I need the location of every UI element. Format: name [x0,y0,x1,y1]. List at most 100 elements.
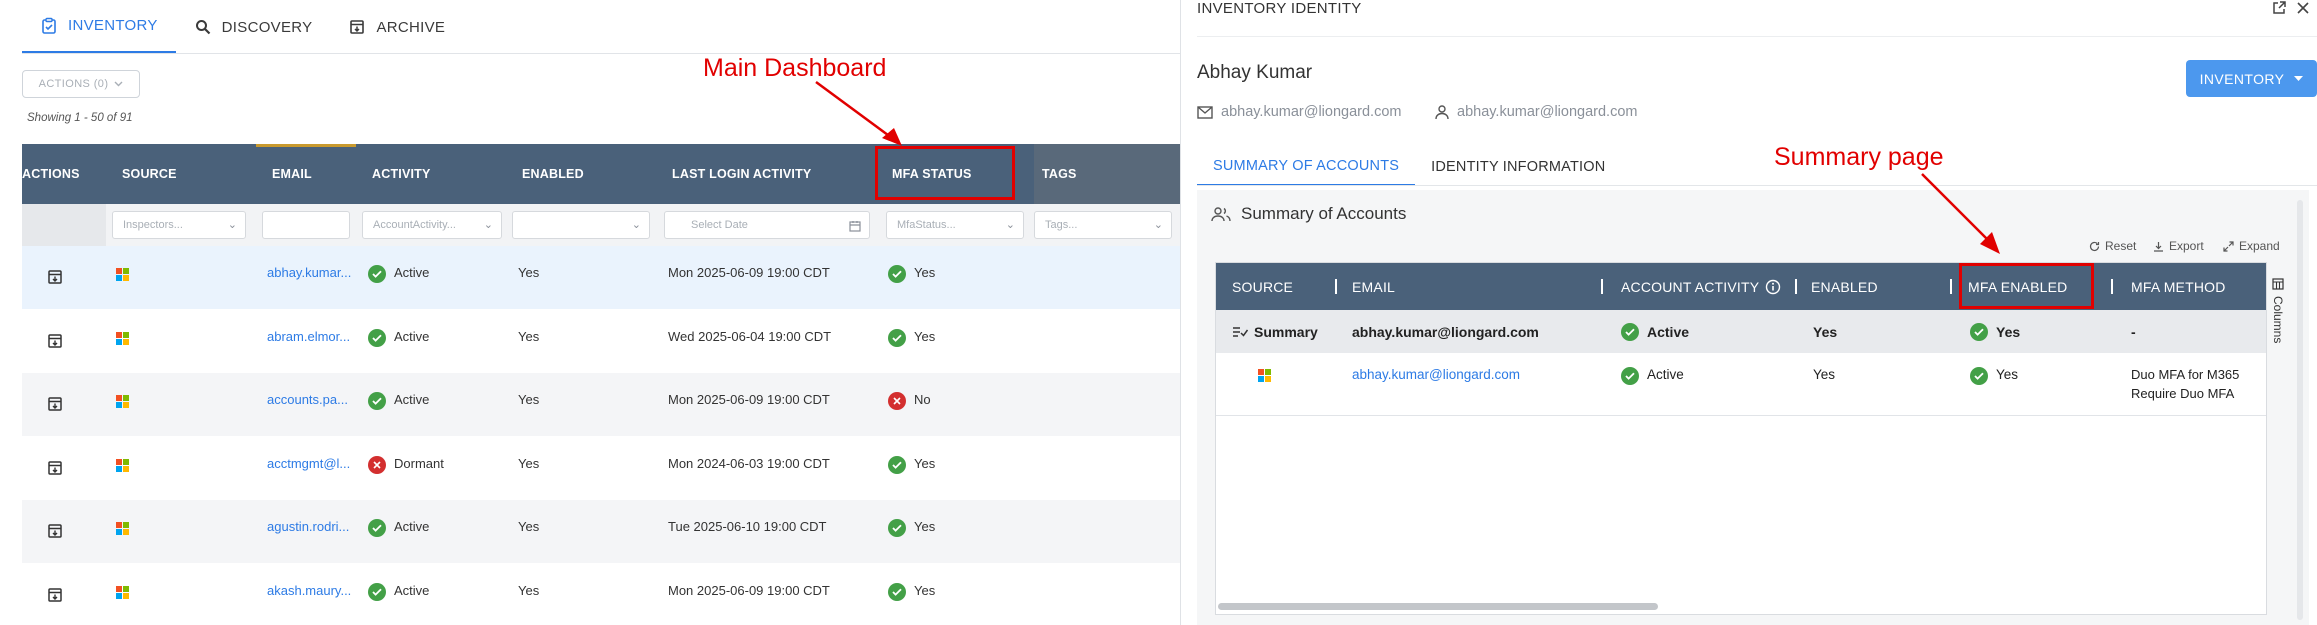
activity-cell: Active [368,564,429,625]
x-circle-icon [368,456,386,474]
table-row[interactable]: accounts.pa... Active Yes Mon 2025-06-09 19… [22,373,1180,436]
scol-source[interactable]: SOURCE [1232,263,1293,310]
archive-row-button[interactable] [46,246,64,309]
tab-discovery[interactable]: DISCOVERY [176,0,331,54]
column-resize-handle[interactable] [1950,279,1952,294]
col-last-login[interactable]: LAST LOGIN ACTIVITY [672,144,811,204]
horizontal-scrollbar[interactable] [1218,603,1658,610]
summary-label: Summary [1254,323,1318,340]
col-enabled[interactable]: ENABLED [522,144,584,204]
mfa-status-value: No [914,392,931,407]
results-count: Showing 1 - 50 of 91 [27,112,133,124]
column-resize-handle[interactable] [1795,279,1797,294]
vertical-scrollbar[interactable] [2297,200,2303,620]
col-tags[interactable]: TAGS [1042,144,1077,204]
col-activity[interactable]: ACTIVITY [372,144,431,204]
open-external-icon[interactable] [2271,0,2287,16]
tab-inventory[interactable]: INVENTORY [22,0,176,54]
table-row[interactable]: agustin.rodri... Active Yes Tue 2025-06-10 … [22,500,1180,563]
info-icon[interactable] [1765,279,1781,295]
archive-row-button[interactable] [46,437,64,500]
table-row[interactable]: abhay.kumar... Active Yes Mon 2025-06-09 19… [22,246,1180,309]
archive-row-button[interactable] [46,373,64,436]
inventory-dropdown-button[interactable]: INVENTORY [2186,60,2317,97]
source-cell [116,246,129,309]
enabled-value: Yes [518,329,540,344]
scol-account-activity[interactable]: ACCOUNT ACTIVITY [1621,263,1781,310]
last-login-filter[interactable]: Select Date [664,211,870,239]
export-button[interactable]: Export [2153,239,2204,253]
table-row[interactable]: abram.elmor... Active Yes Wed 2025-06-04 19… [22,310,1180,373]
mfa-status-value: Yes [914,583,936,598]
email-link[interactable]: abram.elmor... [267,310,350,373]
columns-side-panel-toggle[interactable]: Columns [2267,262,2289,615]
reset-icon [2089,241,2100,251]
close-icon[interactable] [2295,0,2311,16]
check-circle-icon [888,329,906,347]
expand-button[interactable]: Expand [2223,239,2280,253]
nav-divider [22,53,1180,54]
mail-icon [1197,105,1213,119]
email-link[interactable]: abhay.kumar... [267,246,351,309]
columns-side-label: Columns [2271,296,2285,344]
mfa-filter-placeholder: MfaStatus... [897,219,956,231]
email-filter[interactable] [262,211,350,239]
tab-identity-information[interactable]: IDENTITY INFORMATION [1415,148,1621,186]
annotation-box-mfa-status [875,146,1015,200]
last-login-value: Mon 2025-06-09 19:00 CDT [668,583,830,598]
scol-enabled[interactable]: ENABLED [1811,263,1878,310]
mfa-status-cell: Yes [888,564,935,625]
mfa-status-value: Yes [914,329,936,344]
email-link[interactable]: agustin.rodri... [267,500,349,563]
check-circle-icon [888,583,906,601]
source-cell [116,310,129,373]
columns-icon [2272,278,2284,290]
col-actions[interactable]: ACTIONS [22,144,80,204]
check-circle-icon [888,456,906,474]
email-link[interactable]: acctmgmt@l... [267,437,350,500]
check-circle-icon [368,519,386,537]
archive-icon [48,334,62,348]
mfa-status-value: Yes [914,519,936,534]
tags-filter-placeholder: Tags... [1045,219,1078,231]
reset-button[interactable]: Reset [2089,239,2136,253]
col-source[interactable]: SOURCE [122,144,177,204]
archive-row-button[interactable] [46,564,64,625]
column-resize-handle[interactable] [1601,279,1603,294]
activity-value: Active [394,265,430,280]
activity-value: Active [394,392,430,407]
column-resize-handle[interactable] [1335,279,1337,294]
actions-button-label: ACTIONS (0) [38,78,109,90]
mfa-status-cell: Yes [888,437,935,500]
caret-down-icon [2294,76,2304,81]
account-method-line1: Duo MFA for M365 [2131,367,2240,382]
table-row[interactable]: akash.maury... Active Yes Mon 2025-06-09 19… [22,564,1180,625]
check-circle-icon [1970,322,1988,341]
tab-summary-of-accounts[interactable]: SUMMARY OF ACCOUNTS [1197,148,1416,186]
panel-tabs: SUMMARY OF ACCOUNTS IDENTITY INFORMATION [1197,148,1621,186]
account-email-link[interactable]: abhay.kumar@liongard.com [1352,353,1520,396]
actions-button[interactable]: ACTIONS (0) [22,70,140,98]
source-filter[interactable]: Inspectors... ⌄ [112,211,246,239]
tab-archive[interactable]: ARCHIVE [330,0,463,54]
scol-email[interactable]: EMAIL [1352,263,1395,310]
activity-value: Dormant [394,456,444,471]
check-circle-icon [368,265,386,283]
summary-activity-cell: Active [1621,310,1689,353]
account-mfa-cell: Yes [1970,353,2018,396]
col-email[interactable]: EMAIL [272,144,312,204]
enabled-value: Yes [518,265,540,280]
archive-icon [350,20,365,34]
scol-mfa-method[interactable]: MFA METHOD [2131,263,2226,310]
archive-icon [48,397,62,411]
tags-filter[interactable]: Tags... ⌄ [1034,211,1172,239]
mfa-filter[interactable]: MfaStatus... ⌄ [886,211,1024,239]
column-resize-handle[interactable] [2111,279,2113,294]
table-row[interactable]: acctmgmt@l... Dormant Yes Mon 2024-06-03 19… [22,437,1180,500]
email-link[interactable]: accounts.pa... [267,373,348,436]
email-link[interactable]: akash.maury... [267,564,351,625]
activity-filter[interactable]: AccountActivity... ⌄ [362,211,502,239]
archive-row-button[interactable] [46,310,64,373]
enabled-filter[interactable]: ⌄ [512,211,650,239]
archive-row-button[interactable] [46,500,64,563]
